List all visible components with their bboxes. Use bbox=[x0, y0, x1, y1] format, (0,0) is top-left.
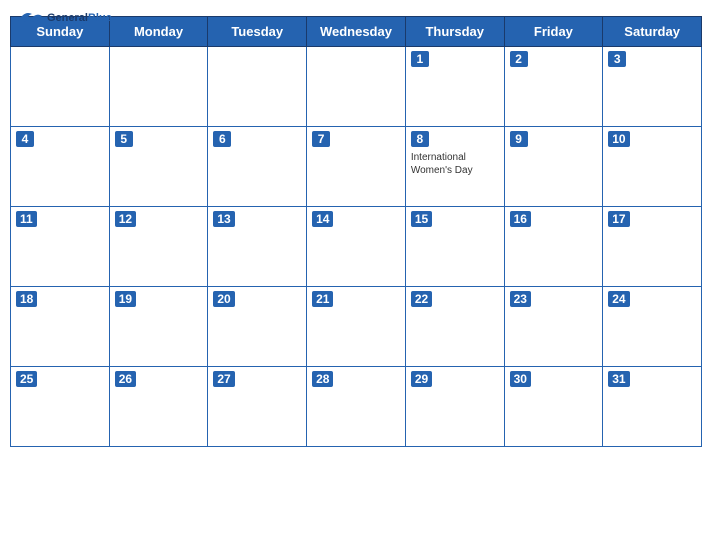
calendar-cell: 28 bbox=[307, 367, 406, 447]
calendar-cell: 5 bbox=[109, 127, 208, 207]
day-number: 5 bbox=[115, 131, 133, 147]
day-number: 16 bbox=[510, 211, 531, 227]
calendar-cell: 27 bbox=[208, 367, 307, 447]
day-number: 8 bbox=[411, 131, 429, 147]
day-number: 10 bbox=[608, 131, 629, 147]
calendar-cell: 14 bbox=[307, 207, 406, 287]
day-number: 6 bbox=[213, 131, 231, 147]
col-header-saturday: Saturday bbox=[603, 17, 702, 47]
col-header-wednesday: Wednesday bbox=[307, 17, 406, 47]
calendar-header-row: SundayMondayTuesdayWednesdayThursdayFrid… bbox=[11, 17, 702, 47]
day-number: 17 bbox=[608, 211, 629, 227]
calendar-cell: 31 bbox=[603, 367, 702, 447]
calendar-cell: 7 bbox=[307, 127, 406, 207]
calendar-week-5: 25 26 27 28 29 30 31 bbox=[11, 367, 702, 447]
calendar-week-4: 18 19 20 21 22 23 24 bbox=[11, 287, 702, 367]
day-number: 18 bbox=[16, 291, 37, 307]
day-number: 21 bbox=[312, 291, 333, 307]
calendar-cell: 22 bbox=[405, 287, 504, 367]
day-number: 24 bbox=[608, 291, 629, 307]
calendar-cell: 9 bbox=[504, 127, 603, 207]
calendar-cell: 24 bbox=[603, 287, 702, 367]
day-number: 14 bbox=[312, 211, 333, 227]
col-header-tuesday: Tuesday bbox=[208, 17, 307, 47]
col-header-thursday: Thursday bbox=[405, 17, 504, 47]
logo-blue-text: Blue bbox=[88, 12, 112, 24]
calendar-cell: 12 bbox=[109, 207, 208, 287]
calendar-cell: 13 bbox=[208, 207, 307, 287]
day-number: 7 bbox=[312, 131, 330, 147]
day-number: 2 bbox=[510, 51, 528, 67]
day-number: 4 bbox=[16, 131, 34, 147]
calendar-cell bbox=[307, 47, 406, 127]
day-number: 31 bbox=[608, 371, 629, 387]
day-number: 13 bbox=[213, 211, 234, 227]
calendar-cell: 10 bbox=[603, 127, 702, 207]
col-header-monday: Monday bbox=[109, 17, 208, 47]
day-number: 9 bbox=[510, 131, 528, 147]
day-number: 1 bbox=[411, 51, 429, 67]
day-number: 11 bbox=[16, 211, 37, 227]
calendar-week-1: 1 2 3 bbox=[11, 47, 702, 127]
calendar-cell bbox=[208, 47, 307, 127]
day-number: 25 bbox=[16, 371, 37, 387]
calendar-cell: 8 International Women's Day bbox=[405, 127, 504, 207]
day-number: 12 bbox=[115, 211, 136, 227]
col-header-friday: Friday bbox=[504, 17, 603, 47]
calendar-cell: 6 bbox=[208, 127, 307, 207]
calendar-cell bbox=[11, 47, 110, 127]
calendar-cell: 17 bbox=[603, 207, 702, 287]
calendar-header: GeneralBlue bbox=[0, 0, 712, 16]
logo-icon bbox=[16, 8, 44, 26]
calendar-cell: 29 bbox=[405, 367, 504, 447]
calendar-cell bbox=[109, 47, 208, 127]
calendar-cell: 4 bbox=[11, 127, 110, 207]
calendar-cell: 30 bbox=[504, 367, 603, 447]
day-number: 30 bbox=[510, 371, 531, 387]
logo: GeneralBlue bbox=[16, 8, 112, 26]
day-number: 26 bbox=[115, 371, 136, 387]
day-number: 20 bbox=[213, 291, 234, 307]
day-number: 29 bbox=[411, 371, 432, 387]
calendar-cell: 16 bbox=[504, 207, 603, 287]
calendar-week-2: 4 5 6 7 8 International Women's Day 9 10 bbox=[11, 127, 702, 207]
day-number: 22 bbox=[411, 291, 432, 307]
calendar-cell: 23 bbox=[504, 287, 603, 367]
event-label: International Women's Day bbox=[411, 151, 499, 177]
calendar-cell: 26 bbox=[109, 367, 208, 447]
day-number: 3 bbox=[608, 51, 626, 67]
logo-general-text: General bbox=[47, 12, 88, 24]
calendar-cell: 25 bbox=[11, 367, 110, 447]
calendar-cell: 18 bbox=[11, 287, 110, 367]
calendar-cell: 20 bbox=[208, 287, 307, 367]
calendar-cell: 1 bbox=[405, 47, 504, 127]
calendar-cell: 3 bbox=[603, 47, 702, 127]
calendar-cell: 2 bbox=[504, 47, 603, 127]
calendar-table: SundayMondayTuesdayWednesdayThursdayFrid… bbox=[10, 16, 702, 447]
calendar-cell: 19 bbox=[109, 287, 208, 367]
day-number: 23 bbox=[510, 291, 531, 307]
day-number: 19 bbox=[115, 291, 136, 307]
day-number: 15 bbox=[411, 211, 432, 227]
calendar-cell: 21 bbox=[307, 287, 406, 367]
calendar-cell: 15 bbox=[405, 207, 504, 287]
day-number: 27 bbox=[213, 371, 234, 387]
calendar-week-3: 11 12 13 14 15 16 17 bbox=[11, 207, 702, 287]
day-number: 28 bbox=[312, 371, 333, 387]
calendar-cell: 11 bbox=[11, 207, 110, 287]
